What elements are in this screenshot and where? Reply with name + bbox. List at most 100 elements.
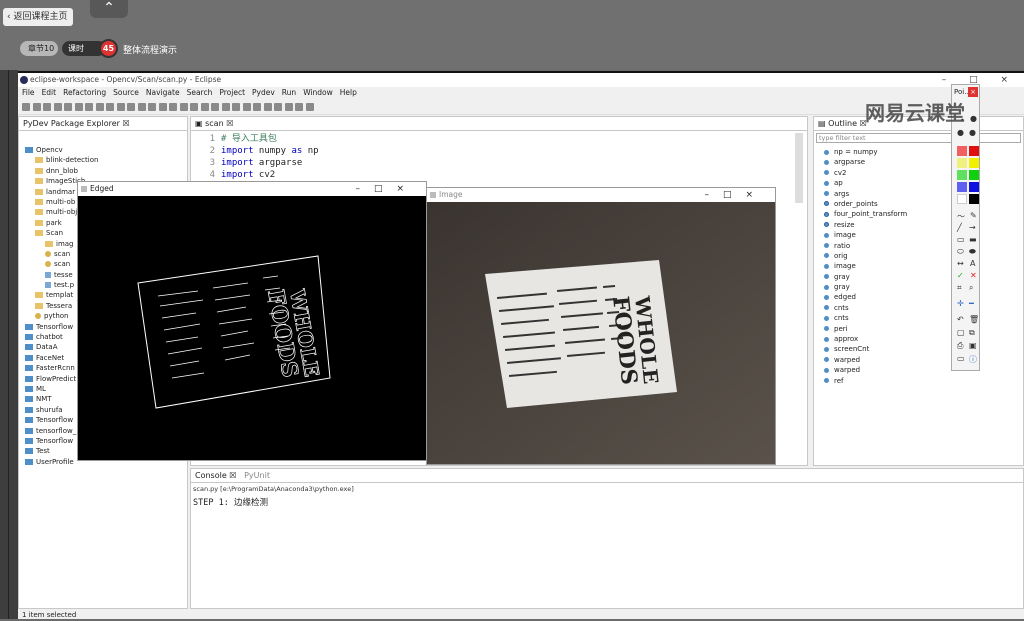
outline-item[interactable]: gray	[824, 282, 907, 292]
toolbar-button-icon[interactable]	[74, 103, 83, 111]
pen-xlarge-dot-icon[interactable]: ●	[969, 128, 976, 137]
toolbar-button-icon[interactable]	[106, 103, 114, 111]
menu-edit[interactable]: Edit	[42, 88, 57, 97]
toolbar-button-icon[interactable]	[179, 103, 188, 111]
color-swatch-yellow[interactable]	[969, 158, 979, 168]
x-mark-icon[interactable]: ✕	[970, 271, 977, 280]
toolbar-button-icon[interactable]	[284, 103, 293, 111]
trash-icon[interactable]: 🗑	[969, 315, 979, 324]
edged-window-controls[interactable]: –□×	[355, 182, 418, 196]
ellipse-icon[interactable]: ⬭	[957, 247, 964, 257]
print-icon[interactable]: ⎙	[957, 341, 963, 351]
outline-item[interactable]: approx	[824, 334, 907, 344]
outline-item[interactable]: cnts	[824, 313, 907, 323]
outline-item[interactable]: ref	[824, 376, 907, 386]
outline-item[interactable]: image	[824, 261, 907, 271]
toolbar-button-icon[interactable]	[148, 103, 156, 111]
outline-item[interactable]: screenCnt	[824, 344, 907, 354]
toolbar-button-icon[interactable]	[158, 103, 167, 111]
outline-item[interactable]: argparse	[824, 157, 907, 167]
collapse-button[interactable]: ⌃	[90, 0, 128, 18]
editor-tab-scan[interactable]: ▣ scan ☒	[191, 117, 807, 131]
outline-item[interactable]: orig	[824, 251, 907, 261]
image-window[interactable]: Image –□× WHOLE FOODS	[426, 187, 776, 465]
toolbar-button-icon[interactable]	[95, 103, 104, 111]
crop-icon[interactable]: ⌗	[957, 283, 962, 293]
color-swatch-light-red[interactable]	[957, 146, 967, 156]
menu-file[interactable]: File	[22, 88, 35, 97]
toolbar-button-icon[interactable]	[85, 103, 93, 111]
toolbar-button-icon[interactable]	[190, 103, 198, 111]
pen-large-dot-icon[interactable]: ●	[957, 128, 964, 137]
tab-console[interactable]: Console	[195, 471, 227, 480]
edged-window[interactable]: Edged –□× WHOLE FOODS	[77, 181, 427, 461]
toolbar-button-icon[interactable]	[53, 103, 62, 111]
toolbar-button-icon[interactable]	[116, 103, 125, 111]
tree-item[interactable]: dnn_blob	[19, 166, 187, 176]
freehand-icon[interactable]: 〜	[957, 211, 965, 222]
move-icon[interactable]: ✛	[957, 299, 964, 308]
outline-item[interactable]: four_point_transform	[824, 209, 907, 219]
outline-item[interactable]: cnts	[824, 303, 907, 313]
toolbar-button-icon[interactable]	[221, 103, 230, 111]
outline-item[interactable]: image	[824, 230, 907, 240]
close-icon[interactable]: ×	[968, 87, 978, 97]
edged-titlebar[interactable]: Edged –□×	[78, 182, 426, 196]
highlighter-icon[interactable]: ✎	[970, 211, 977, 220]
toolbar-button-icon[interactable]	[274, 103, 282, 111]
menu-window[interactable]: Window	[303, 88, 333, 97]
menu-source[interactable]: Source	[113, 88, 139, 97]
image-titlebar[interactable]: Image –□×	[427, 188, 775, 202]
toolbar-button-icon[interactable]	[169, 103, 177, 111]
toolbar-button-icon[interactable]	[295, 103, 303, 111]
toolbar-button-icon[interactable]	[263, 103, 272, 111]
copy-icon[interactable]: ⧉	[969, 328, 975, 338]
outline-item[interactable]: cv2	[824, 168, 907, 178]
line-icon[interactable]: ╱	[957, 223, 962, 232]
info-icon[interactable]: ⓘ	[969, 354, 977, 365]
outline-item[interactable]: args	[824, 189, 907, 199]
zoom-icon[interactable]: ⌕	[969, 283, 973, 293]
editor-scrollbar[interactable]	[795, 133, 803, 203]
color-swatch-green[interactable]	[969, 170, 979, 180]
package-explorer-tab[interactable]: PyDev Package Explorer ☒	[19, 117, 187, 131]
tab-pyunit[interactable]: PyUnit	[244, 471, 270, 480]
outline-item[interactable]: resize	[824, 220, 907, 230]
menu-help[interactable]: Help	[340, 88, 357, 97]
undo-icon[interactable]: ↶	[957, 315, 964, 324]
outline-item[interactable]: gray	[824, 272, 907, 282]
menu-pydev[interactable]: Pydev	[252, 88, 275, 97]
color-swatch-light-green[interactable]	[957, 170, 967, 180]
toolbar-button-icon[interactable]	[32, 103, 41, 111]
filled-rectangle-icon[interactable]: ▬	[969, 235, 977, 244]
outline-item[interactable]: peri	[824, 324, 907, 334]
toolbar-button-icon[interactable]	[22, 103, 30, 111]
menu-navigate[interactable]: Navigate	[146, 88, 180, 97]
pointer-palette[interactable]: Poi... × • ● ● ● 〜 ✎ ╱ → ▭ ▬ ⬭ ⬬ ↔ A ✓ ✕…	[951, 84, 980, 371]
outline-item[interactable]: ap	[824, 178, 907, 188]
menu-search[interactable]: Search	[187, 88, 213, 97]
toolbar-button-icon[interactable]	[305, 103, 314, 111]
toolbar-button-icon[interactable]	[232, 103, 240, 111]
color-swatch-white[interactable]	[957, 194, 967, 204]
color-swatch-light-blue[interactable]	[957, 182, 967, 192]
toolbar-button-icon[interactable]	[253, 103, 261, 111]
check-icon[interactable]: ✓	[957, 271, 964, 280]
minus-icon[interactable]: ━	[969, 299, 974, 308]
back-to-course-button[interactable]: ‹ 返回课程主页	[3, 8, 74, 26]
toolbar-button-icon[interactable]	[127, 103, 135, 111]
color-swatch-black[interactable]	[969, 194, 979, 204]
toolbar-button-icon[interactable]	[137, 103, 146, 111]
toolbar-button-icon[interactable]	[64, 103, 72, 111]
toolbar-button-icon[interactable]	[200, 103, 209, 111]
toolbar-button-icon[interactable]	[242, 103, 251, 111]
rectangle-icon[interactable]: ▭	[957, 235, 965, 244]
arrow-icon[interactable]: →	[969, 223, 976, 232]
color-swatch-blue[interactable]	[969, 182, 979, 192]
toolbar-button-icon[interactable]	[43, 103, 51, 111]
tree-item[interactable]: blink-detection	[19, 155, 187, 165]
new-page-icon[interactable]: ▢	[957, 328, 965, 337]
outline-item[interactable]: np = numpy	[824, 147, 907, 157]
menu-project[interactable]: Project	[219, 88, 245, 97]
pen-medium-dot-icon[interactable]: ●	[970, 114, 977, 123]
